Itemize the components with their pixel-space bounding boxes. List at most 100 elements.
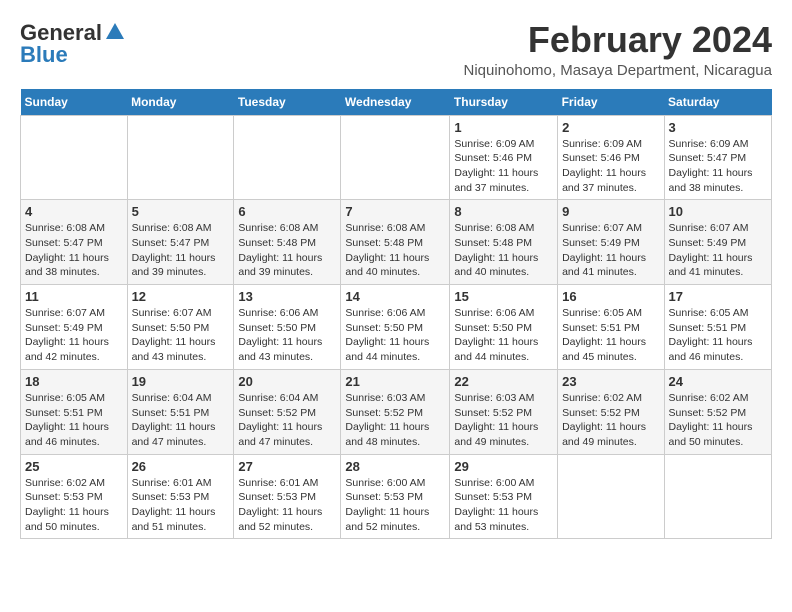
calendar-cell: 28 Sunrise: 6:00 AM Sunset: 5:53 PM Dayli… xyxy=(341,454,450,539)
page-header: General Blue February 2024 Niquinohomo, … xyxy=(20,20,772,79)
day-info: Sunrise: 6:02 AM Sunset: 5:52 PM Dayligh… xyxy=(562,391,659,450)
day-info: Sunrise: 6:07 AM Sunset: 5:49 PM Dayligh… xyxy=(562,221,659,280)
calendar-cell: 14 Sunrise: 6:06 AM Sunset: 5:50 PM Dayli… xyxy=(341,285,450,370)
day-header-sunday: Sunday xyxy=(21,89,128,116)
logo: General Blue xyxy=(20,20,126,68)
day-number: 25 xyxy=(25,459,123,474)
day-info: Sunrise: 6:07 AM Sunset: 5:49 PM Dayligh… xyxy=(25,306,123,365)
day-info: Sunrise: 6:09 AM Sunset: 5:46 PM Dayligh… xyxy=(562,137,659,196)
calendar-cell xyxy=(21,115,128,200)
calendar-cell: 9 Sunrise: 6:07 AM Sunset: 5:49 PM Daylig… xyxy=(558,200,664,285)
day-info: Sunrise: 6:09 AM Sunset: 5:46 PM Dayligh… xyxy=(454,137,553,196)
day-info: Sunrise: 6:05 AM Sunset: 5:51 PM Dayligh… xyxy=(562,306,659,365)
day-number: 14 xyxy=(345,289,445,304)
calendar-cell: 25 Sunrise: 6:02 AM Sunset: 5:53 PM Dayli… xyxy=(21,454,128,539)
calendar-cell xyxy=(664,454,771,539)
calendar-cell xyxy=(127,115,234,200)
calendar-cell: 2 Sunrise: 6:09 AM Sunset: 5:46 PM Daylig… xyxy=(558,115,664,200)
calendar-cell: 27 Sunrise: 6:01 AM Sunset: 5:53 PM Dayli… xyxy=(234,454,341,539)
calendar-cell xyxy=(558,454,664,539)
day-info: Sunrise: 6:05 AM Sunset: 5:51 PM Dayligh… xyxy=(669,306,767,365)
day-number: 11 xyxy=(25,289,123,304)
logo-blue: Blue xyxy=(20,42,68,68)
day-number: 19 xyxy=(132,374,230,389)
day-info: Sunrise: 6:08 AM Sunset: 5:47 PM Dayligh… xyxy=(132,221,230,280)
day-number: 20 xyxy=(238,374,336,389)
day-info: Sunrise: 6:01 AM Sunset: 5:53 PM Dayligh… xyxy=(238,476,336,535)
calendar-cell: 26Sunrise: 6:01 AM Sunset: 5:53 PM Dayli… xyxy=(127,454,234,539)
day-number: 22 xyxy=(454,374,553,389)
calendar-cell: 24 Sunrise: 6:02 AM Sunset: 5:52 PM Dayli… xyxy=(664,369,771,454)
day-number: 10 xyxy=(669,204,767,219)
day-info: Sunrise: 6:06 AM Sunset: 5:50 PM Dayligh… xyxy=(454,306,553,365)
calendar-cell: 16Sunrise: 6:05 AM Sunset: 5:51 PM Dayli… xyxy=(558,285,664,370)
calendar-cell: 29 Sunrise: 6:00 AM Sunset: 5:53 PM Dayli… xyxy=(450,454,558,539)
calendar-cell: 10 Sunrise: 6:07 AM Sunset: 5:49 PM Dayli… xyxy=(664,200,771,285)
day-number: 28 xyxy=(345,459,445,474)
day-number: 8 xyxy=(454,204,553,219)
day-info: Sunrise: 6:07 AM Sunset: 5:50 PM Dayligh… xyxy=(132,306,230,365)
day-info: Sunrise: 6:04 AM Sunset: 5:51 PM Dayligh… xyxy=(132,391,230,450)
day-number: 1 xyxy=(454,120,553,135)
day-header-monday: Monday xyxy=(127,89,234,116)
day-number: 26 xyxy=(132,459,230,474)
day-number: 18 xyxy=(25,374,123,389)
calendar-cell: 1 Sunrise: 6:09 AM Sunset: 5:46 PM Daylig… xyxy=(450,115,558,200)
calendar-cell: 17 Sunrise: 6:05 AM Sunset: 5:51 PM Dayli… xyxy=(664,285,771,370)
calendar-cell: 21 Sunrise: 6:03 AM Sunset: 5:52 PM Dayli… xyxy=(341,369,450,454)
day-number: 15 xyxy=(454,289,553,304)
calendar-week-5: 25 Sunrise: 6:02 AM Sunset: 5:53 PM Dayli… xyxy=(21,454,772,539)
day-info: Sunrise: 6:03 AM Sunset: 5:52 PM Dayligh… xyxy=(345,391,445,450)
calendar-cell: 12 Sunrise: 6:07 AM Sunset: 5:50 PM Dayli… xyxy=(127,285,234,370)
day-number: 27 xyxy=(238,459,336,474)
day-info: Sunrise: 6:07 AM Sunset: 5:49 PM Dayligh… xyxy=(669,221,767,280)
calendar-cell: 3Sunrise: 6:09 AM Sunset: 5:47 PM Daylig… xyxy=(664,115,771,200)
day-info: Sunrise: 6:00 AM Sunset: 5:53 PM Dayligh… xyxy=(454,476,553,535)
calendar-table: SundayMondayTuesdayWednesdayThursdayFrid… xyxy=(20,89,772,540)
month-title: February 2024 xyxy=(464,20,773,60)
day-number: 4 xyxy=(25,204,123,219)
day-info: Sunrise: 6:02 AM Sunset: 5:52 PM Dayligh… xyxy=(669,391,767,450)
calendar-cell: 20 Sunrise: 6:04 AM Sunset: 5:52 PM Dayli… xyxy=(234,369,341,454)
day-info: Sunrise: 6:06 AM Sunset: 5:50 PM Dayligh… xyxy=(238,306,336,365)
calendar-cell: 11 Sunrise: 6:07 AM Sunset: 5:49 PM Dayli… xyxy=(21,285,128,370)
calendar-cell: 13Sunrise: 6:06 AM Sunset: 5:50 PM Dayli… xyxy=(234,285,341,370)
day-number: 5 xyxy=(132,204,230,219)
calendar-week-3: 11 Sunrise: 6:07 AM Sunset: 5:49 PM Dayli… xyxy=(21,285,772,370)
calendar-cell: 4Sunrise: 6:08 AM Sunset: 5:47 PM Daylig… xyxy=(21,200,128,285)
day-info: Sunrise: 6:05 AM Sunset: 5:51 PM Dayligh… xyxy=(25,391,123,450)
day-header-tuesday: Tuesday xyxy=(234,89,341,116)
calendar-week-4: 18 Sunrise: 6:05 AM Sunset: 5:51 PM Dayli… xyxy=(21,369,772,454)
day-number: 6 xyxy=(238,204,336,219)
calendar-cell: 7 Sunrise: 6:08 AM Sunset: 5:48 PM Daylig… xyxy=(341,200,450,285)
day-number: 21 xyxy=(345,374,445,389)
day-number: 29 xyxy=(454,459,553,474)
calendar-cell: 15 Sunrise: 6:06 AM Sunset: 5:50 PM Dayli… xyxy=(450,285,558,370)
calendar-cell: 8 Sunrise: 6:08 AM Sunset: 5:48 PM Daylig… xyxy=(450,200,558,285)
day-number: 2 xyxy=(562,120,659,135)
day-info: Sunrise: 6:06 AM Sunset: 5:50 PM Dayligh… xyxy=(345,306,445,365)
day-number: 7 xyxy=(345,204,445,219)
calendar-week-2: 4 Sunrise: 6:08 AM Sunset: 5:47 PM Daylig… xyxy=(21,200,772,285)
calendar-cell: 6 Sunrise: 6:08 AM Sunset: 5:48 PM Daylig… xyxy=(234,200,341,285)
day-info: Sunrise: 6:08 AM Sunset: 5:48 PM Dayligh… xyxy=(345,221,445,280)
day-info: Sunrise: 6:02 AM Sunset: 5:53 PM Dayligh… xyxy=(25,476,123,535)
calendar-cell: 22Sunrise: 6:03 AM Sunset: 5:52 PM Dayli… xyxy=(450,369,558,454)
day-info: Sunrise: 6:04 AM Sunset: 5:52 PM Dayligh… xyxy=(238,391,336,450)
day-header-friday: Friday xyxy=(558,89,664,116)
calendar-cell xyxy=(234,115,341,200)
day-number: 23 xyxy=(562,374,659,389)
logo-icon xyxy=(104,21,126,43)
day-number: 3 xyxy=(669,120,767,135)
day-number: 24 xyxy=(669,374,767,389)
day-info: Sunrise: 6:08 AM Sunset: 5:48 PM Dayligh… xyxy=(238,221,336,280)
day-info: Sunrise: 6:08 AM Sunset: 5:48 PM Dayligh… xyxy=(454,221,553,280)
day-number: 17 xyxy=(669,289,767,304)
day-header-wednesday: Wednesday xyxy=(341,89,450,116)
calendar-header-row: SundayMondayTuesdayWednesdayThursdayFrid… xyxy=(21,89,772,116)
day-header-saturday: Saturday xyxy=(664,89,771,116)
day-number: 12 xyxy=(132,289,230,304)
day-info: Sunrise: 6:00 AM Sunset: 5:53 PM Dayligh… xyxy=(345,476,445,535)
day-number: 9 xyxy=(562,204,659,219)
calendar-cell: 23 Sunrise: 6:02 AM Sunset: 5:52 PM Dayli… xyxy=(558,369,664,454)
